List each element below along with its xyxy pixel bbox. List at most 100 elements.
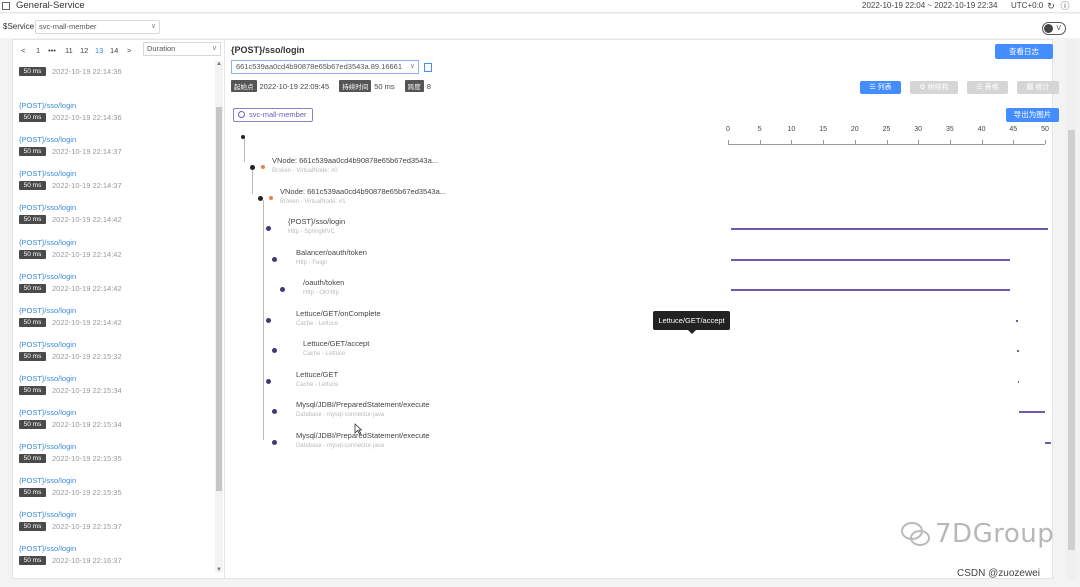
view-tree-button[interactable]: ⚙ 树结构 [910,81,958,94]
trace-endpoint[interactable]: {POST}/sso/login [19,408,76,417]
view-logs-button[interactable]: 查看日志 [995,44,1053,59]
span-label[interactable]: Mysql/JDBI/PreparedStatement/execute [296,431,429,440]
trace-id-select[interactable]: 661c539aa0cd4b90878e65b67ed3543a.89.1666… [231,60,419,74]
scroll-up-icon[interactable]: ▲ [215,61,223,67]
page-scrollbar[interactable] [1067,40,1076,580]
span-label[interactable]: VNode: 661c539aa0cd4b90878e65b67ed3543a.… [280,187,446,196]
axis-tick-mark [791,140,793,144]
trace-list-item[interactable]: {POST}/sso/login 50 ms 2022-10-19 22:14:42 [19,272,214,306]
root-node[interactable] [241,135,245,139]
view-stats-button[interactable]: ▩ 统计 [1017,81,1059,94]
sort-select[interactable]: Duration ∨ [143,42,221,56]
span-label[interactable]: Lettuce/GET [296,370,338,379]
view-tree-label: 树结构 [927,84,949,91]
span-bar[interactable] [1016,319,1019,322]
span-label[interactable]: VNode: 661c539aa0cd4b90878e65b67ed3543a.… [272,156,438,165]
service-badge[interactable]: svc-mall-member [233,108,313,122]
span-bar[interactable] [731,289,1010,291]
page-ellipsis[interactable]: ••• [48,46,56,55]
span-label[interactable]: Lettuce/GET/accept [303,339,369,348]
span-bar[interactable] [1016,350,1019,352]
axis-tick-mark [823,140,825,144]
page-13-current[interactable]: 13 [95,46,103,55]
trace-list-item[interactable]: {POST}/sso/login 50 ms 2022-10-19 22:14:42 [19,203,214,237]
span-tag: 跨度 [404,80,424,92]
list-scrollbar[interactable]: ▲ ▼ [215,61,223,573]
span-bar[interactable] [731,228,1048,230]
trace-endpoint[interactable]: {POST}/sso/login [19,203,76,212]
copy-icon[interactable] [424,63,432,72]
trace-endpoint[interactable]: {POST}/sso/login [19,238,76,247]
span-tooltip: Lettuce/GET/accept [653,311,730,334]
page-prev-button[interactable]: < [21,46,25,55]
trace-list-item[interactable]: {POST}/sso/login 50 ms 2022-10-19 22:14:42 [19,306,214,340]
trace-timestamp: 2022-10-19 22:15:34 [52,420,122,429]
span-label[interactable]: Lettuce/GET/onComplete [296,309,381,318]
export-image-button[interactable]: 导出为图片 [1006,108,1059,122]
trace-list-item[interactable]: {POST}/sso/login 50 ms 2022-10-19 22:15:32 [19,340,214,374]
span-bar[interactable] [1019,411,1045,413]
span-node[interactable] [272,348,277,353]
trace-list-item[interactable]: {POST}/sso/login 50 ms 2022-10-19 22:16:37 [19,544,214,578]
timezone[interactable]: UTC+0:0 [1011,1,1043,10]
trace-endpoint[interactable]: {POST}/sso/login [19,510,76,519]
span-node[interactable] [272,439,277,445]
page-1[interactable]: 1 [36,46,40,55]
span-node[interactable] [266,378,271,384]
time-range[interactable]: 2022-10-19 22:04 ~ 2022-10-19 22:34 [862,1,997,10]
span-value: 8 [426,82,431,91]
trace-list-item[interactable]: {POST}/sso/login 50 ms 2022-10-19 22:14:37 [19,135,214,169]
info-icon[interactable]: ⓘ [1060,1,1070,11]
span-node[interactable] [272,409,277,414]
scroll-down-icon[interactable]: ▼ [215,567,223,573]
trace-endpoint[interactable]: {POST}/sso/login [19,101,76,110]
page-scrollbar-thumb[interactable] [1068,130,1075,550]
trace-endpoint[interactable]: {POST}/sso/login [19,374,76,383]
span-label[interactable]: {POST}/sso/login [288,217,345,226]
duration-badge: 50 ms [19,147,46,157]
trace-list-item[interactable]: {POST}/sso/login 50 ms 2022-10-19 22:15:34 [19,374,214,408]
page-11[interactable]: 11 [65,46,73,55]
span-node[interactable] [250,165,255,170]
trace-list-item[interactable]: {POST}/sso/login 50 ms 2022-10-19 22:15:37 [19,510,214,544]
span-bar[interactable] [1044,441,1052,444]
span-label[interactable]: Mysql/JDBI/PreparedStatement/execute [296,400,429,409]
span-node[interactable] [266,317,271,323]
page-14[interactable]: 14 [110,46,118,55]
view-table-button[interactable]: ☰ 表格 [967,81,1008,94]
span-label[interactable]: Balancer/oauth/token [296,248,367,257]
trace-list-item[interactable]: {POST}/sso/login 50 ms 2022-10-19 22:14:37 [19,169,214,203]
service-select[interactable]: svc-mall-member ∨ [35,20,160,34]
duration-badge: 50 ms [19,454,46,464]
scrollbar-thumb[interactable] [216,107,222,491]
tooltip-arrow [688,330,696,334]
trace-endpoint[interactable]: {POST}/sso/login [19,340,76,349]
trace-list-item[interactable]: {POST}/sso/login 50 ms 2022-10-19 22:15:35 [19,476,214,510]
trace-list-item[interactable]: {POST}/sso/login 50 ms 2022-10-19 22:15:34 [19,408,214,442]
trace-endpoint[interactable]: {POST}/sso/login [19,476,76,485]
trace-list-item[interactable]: {POST}/sso/login 50 ms 2022-10-19 22:14:42 [19,238,214,272]
trace-endpoint[interactable]: {POST}/sso/login [19,442,76,451]
trace-list-item[interactable]: 50 ms 2022-10-19 22:14:36 [19,67,214,101]
span-node[interactable] [266,226,271,231]
span-bar[interactable] [731,258,1010,261]
trace-endpoint[interactable]: {POST}/sso/login [19,306,76,315]
span-subtitle: Cache - Lettuce [303,351,346,357]
trace-list-item[interactable]: {POST}/sso/login 50 ms 2022-10-19 22:14:36 [19,101,214,135]
span-bar[interactable] [1017,380,1020,383]
trace-endpoint[interactable]: {POST}/sso/login [19,272,76,281]
view-table-label: 表格 [984,84,999,91]
page-next-button[interactable]: > [127,46,131,55]
view-toggle[interactable]: V [1042,22,1066,35]
trace-endpoint[interactable]: {POST}/sso/login [19,135,76,144]
refresh-icon[interactable]: ↻ [1046,1,1056,11]
span-node[interactable] [258,195,263,201]
view-list-button[interactable]: ☰ 列表 [860,81,901,94]
span-label[interactable]: /oauth/token [303,278,344,287]
span-node[interactable] [272,256,277,262]
trace-endpoint[interactable]: {POST}/sso/login [19,544,76,553]
page-12[interactable]: 12 [80,46,88,55]
span-node[interactable] [280,287,285,292]
trace-list-item[interactable]: {POST}/sso/login 50 ms 2022-10-19 22:15:35 [19,442,214,476]
trace-endpoint[interactable]: {POST}/sso/login [19,169,76,178]
